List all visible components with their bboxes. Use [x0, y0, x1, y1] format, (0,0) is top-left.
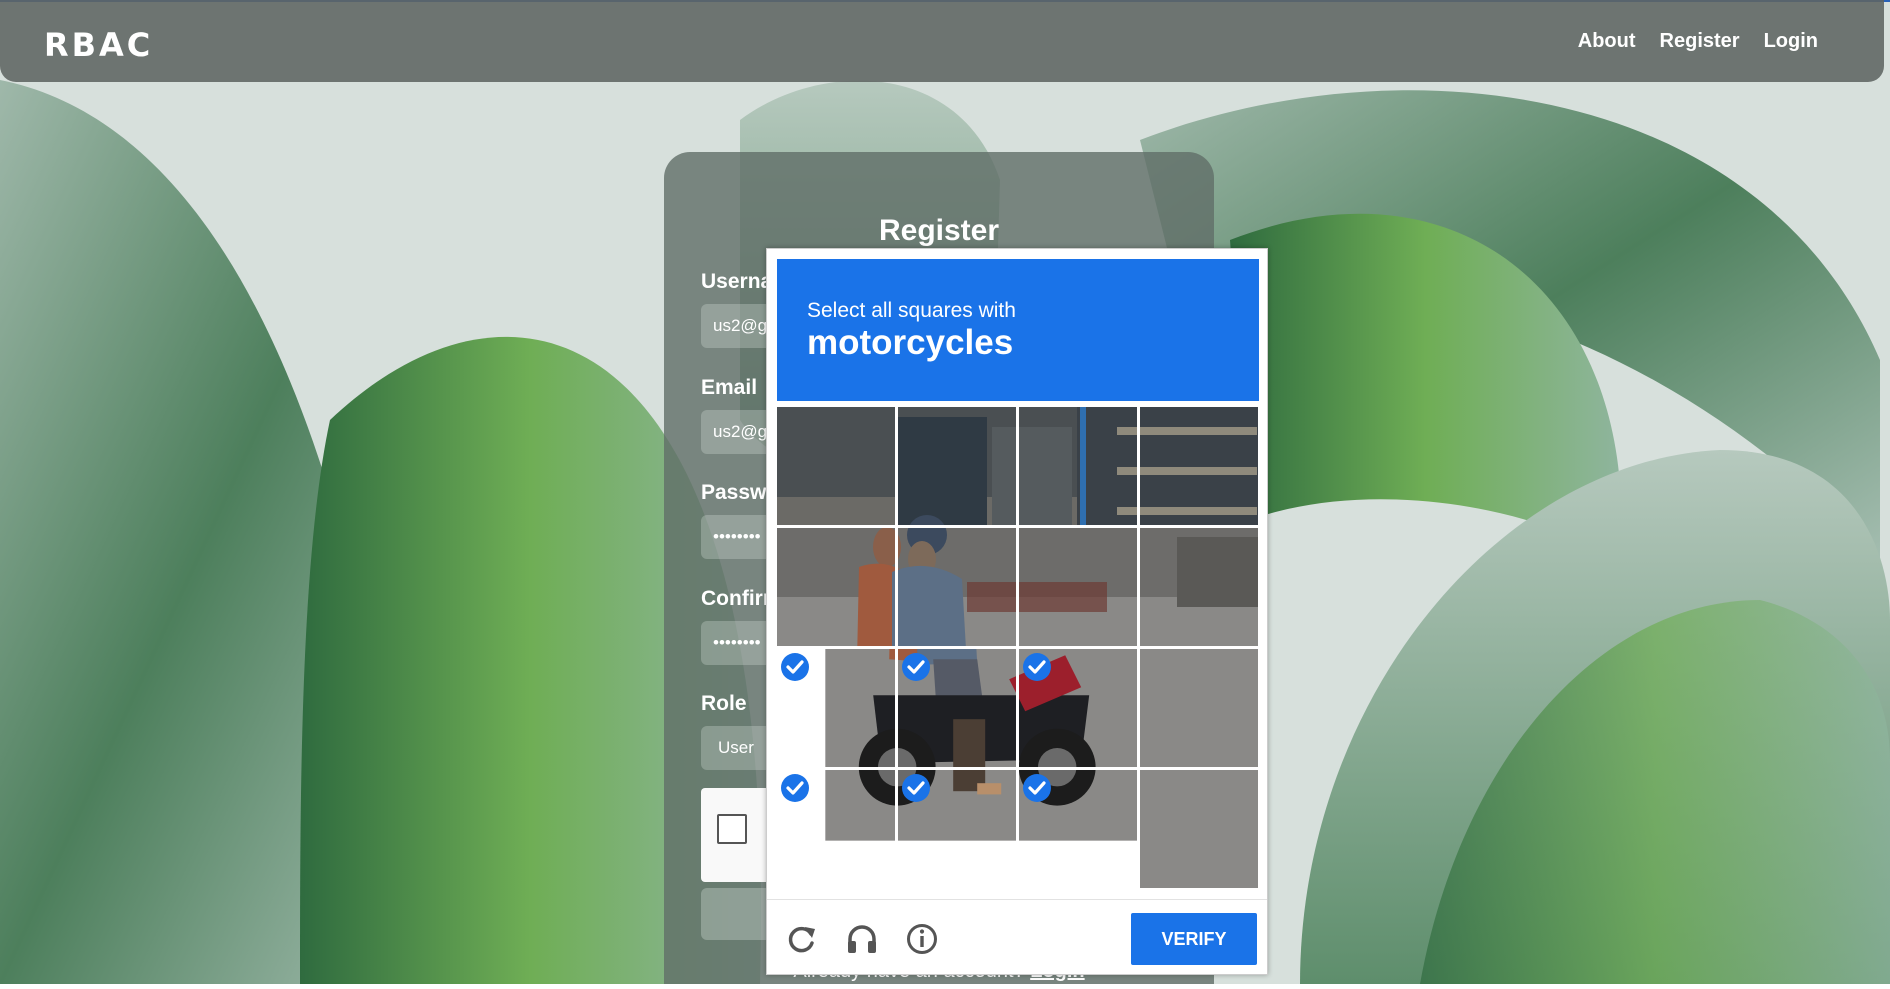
captcha-tile[interactable] [1140, 770, 1258, 888]
info-icon[interactable] [905, 922, 939, 956]
nav-link-login[interactable]: Login [1764, 30, 1818, 53]
selected-check-icon [902, 653, 930, 681]
nav-link-about[interactable]: About [1578, 30, 1636, 53]
captcha-tile[interactable] [777, 770, 895, 888]
captcha-instruction: Select all squares with [807, 299, 1016, 322]
captcha-challenge-popup: Select all squares with motorcycles VERI… [766, 248, 1268, 975]
recaptcha-checkbox[interactable] [717, 814, 747, 844]
headphones-icon[interactable] [845, 922, 879, 956]
email-label: Email [701, 376, 758, 399]
selected-check-icon [902, 774, 930, 802]
username-label: Userna [701, 270, 773, 293]
captcha-tile-image [1140, 407, 1258, 525]
selected-check-icon [781, 653, 809, 681]
captcha-tile-image [1019, 528, 1137, 646]
selected-check-icon [781, 774, 809, 802]
captcha-tile[interactable] [898, 407, 1016, 525]
captcha-header: Select all squares with motorcycles [777, 259, 1259, 401]
captcha-tile-image [1140, 770, 1258, 888]
captcha-tile[interactable] [1140, 649, 1258, 767]
captcha-tile[interactable] [1019, 407, 1137, 525]
captcha-tile[interactable] [1019, 528, 1137, 646]
captcha-tile[interactable] [1019, 770, 1137, 888]
nav-links: About Register Login [1578, 30, 1818, 53]
navbar: RBAC About Register Login [0, 0, 1884, 82]
captcha-tile-image [1140, 528, 1258, 646]
captcha-tile[interactable] [777, 649, 895, 767]
captcha-tile-image [898, 528, 1016, 646]
captcha-tile-image [825, 770, 895, 841]
captcha-tile-image [777, 528, 895, 646]
captcha-tile-image [825, 649, 895, 767]
captcha-tile[interactable] [1140, 407, 1258, 525]
captcha-tile[interactable] [777, 528, 895, 646]
brand-logo[interactable]: RBAC [44, 26, 153, 64]
role-label: Role [701, 692, 747, 715]
verify-button[interactable]: VERIFY [1131, 913, 1257, 965]
captcha-tile[interactable] [1019, 649, 1137, 767]
captcha-tile-image [1019, 407, 1137, 525]
selected-check-icon [1023, 653, 1051, 681]
password-label: Passw [701, 481, 767, 504]
captcha-target: motorcycles [807, 323, 1014, 362]
captcha-tile[interactable] [777, 407, 895, 525]
captcha-tile[interactable] [898, 528, 1016, 646]
reload-icon[interactable] [785, 922, 819, 956]
nav-link-register[interactable]: Register [1660, 30, 1740, 53]
captcha-tile-image [777, 407, 895, 525]
captcha-tile[interactable] [898, 649, 1016, 767]
captcha-tile[interactable] [898, 770, 1016, 888]
captcha-footer: VERIFY [767, 899, 1267, 975]
selected-check-icon [1023, 774, 1051, 802]
captcha-tile-image [1140, 649, 1258, 767]
captcha-tile-image [898, 407, 1016, 525]
captcha-image-grid [777, 407, 1259, 889]
captcha-tile[interactable] [1140, 528, 1258, 646]
page-title: Register [878, 214, 1000, 247]
